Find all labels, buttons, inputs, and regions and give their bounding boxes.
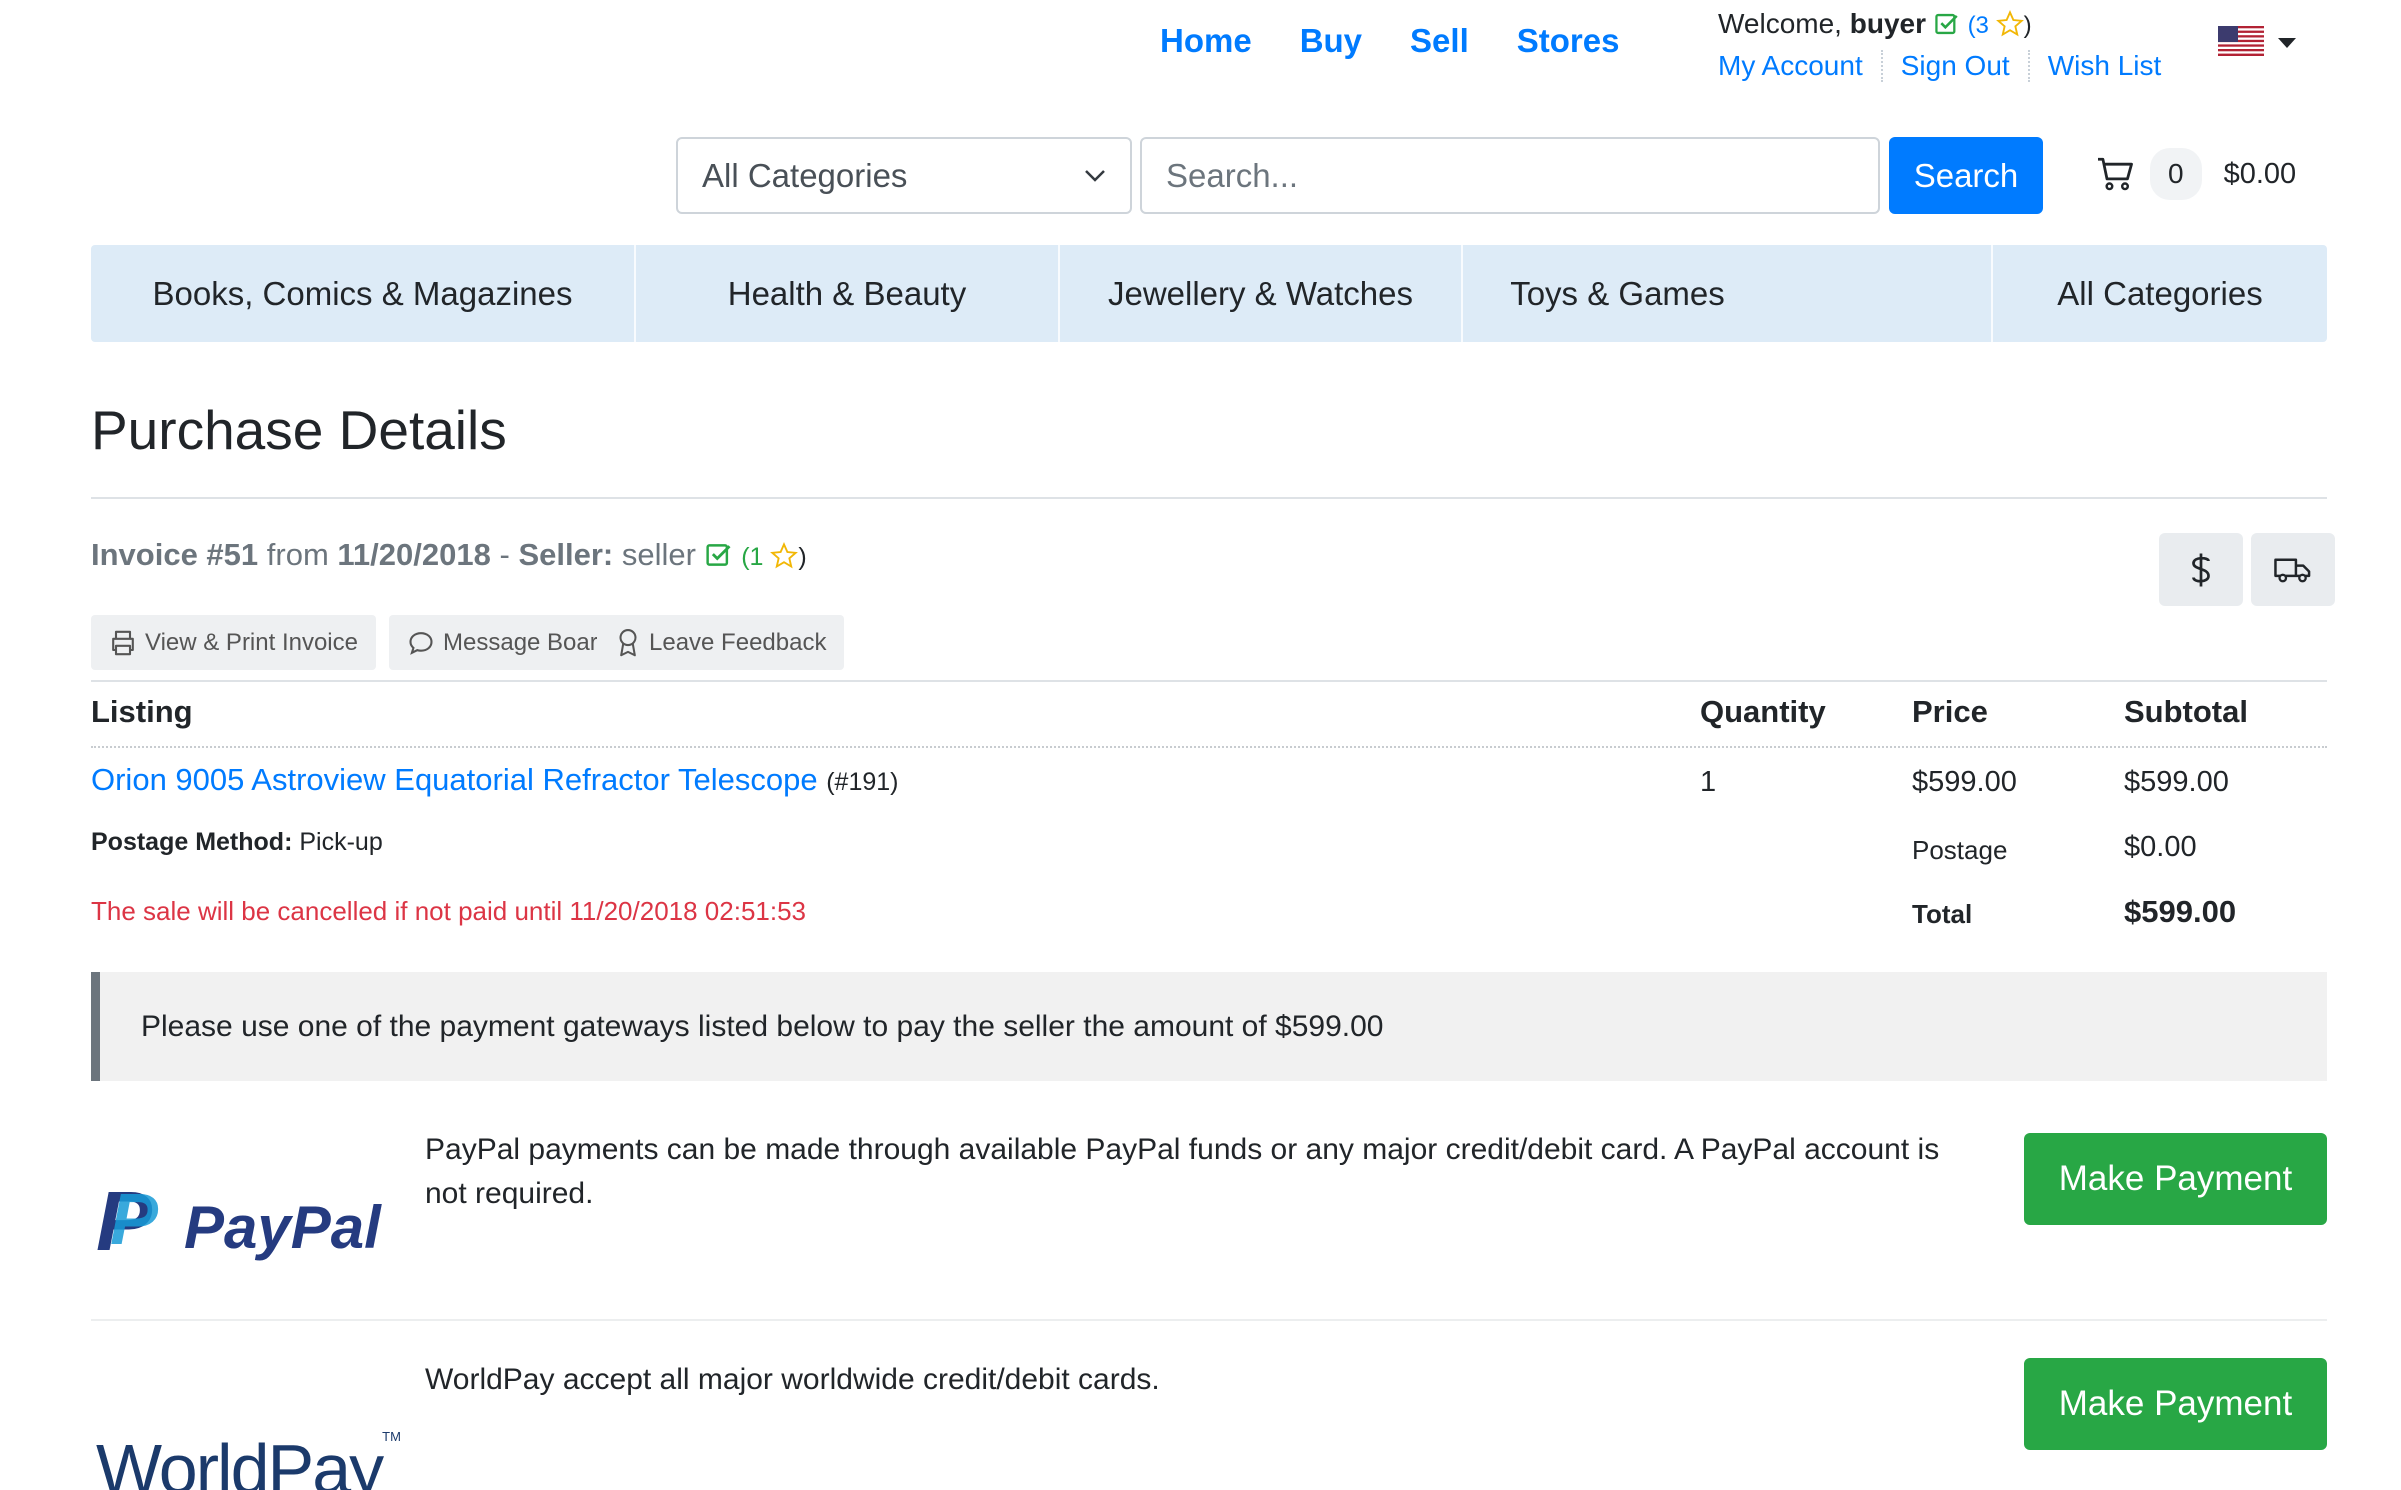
postage-method-label: Postage Method: [91,828,293,856]
item-quantity: 1 [1700,766,1717,798]
invoice-number: Invoice #51 [91,537,259,572]
message-board-button[interactable]: Message Board [389,615,630,670]
chat-bubble-icon [409,631,433,655]
category-item-toys-games[interactable]: Toys & Games [1463,245,1772,342]
worldpay-trademark: TM [382,1429,401,1444]
listing-title-link[interactable]: Orion 9005 Astroview Equatorial Refracto… [91,762,818,797]
invoice-summary: Invoice #51 from 11/20/2018 - Seller: se… [91,537,807,577]
truck-icon [2274,558,2311,582]
paypal-logo-wordmark: PayPal [184,1194,381,1261]
search-button[interactable]: Search [1889,137,2043,214]
category-item-books[interactable]: Books, Comics & Magazines [91,245,634,342]
total-value: $599.00 [2124,894,2237,929]
seller-rating-value: (1 [741,543,764,571]
star-icon [1995,10,2024,37]
page-title: Purchase Details [91,399,507,461]
worldpay-logo-wordmark: WorldPay [96,1430,384,1490]
total-label: Total [1912,899,1973,929]
chevron-down-icon [1085,169,1105,182]
nav-sell-link[interactable]: Sell [1410,22,1469,60]
user-feedback-score[interactable]: (3 ) [1967,10,2032,39]
user-rating-close: ) [2023,12,2032,39]
worldpay-make-payment-button[interactable]: Make Payment [2024,1358,2327,1450]
my-account-link[interactable]: My Account [1718,50,1881,82]
nav-buy-link[interactable]: Buy [1300,22,1362,60]
view-print-invoice-button[interactable]: View & Print Invoice [91,615,376,670]
leave-feedback-button[interactable]: Leave Feedback [597,615,845,670]
listing-id: (#191) [826,768,899,796]
cancellation-notice: The sale will be cancelled if not paid u… [91,896,807,926]
payment-status-button[interactable] [2159,533,2243,606]
username: buyer [1849,8,1926,39]
search-input[interactable] [1140,137,1880,214]
welcome-message: Welcome, buyer (3 ) [1718,8,2032,44]
seller-rating-close: ) [798,543,807,571]
shopping-cart[interactable]: 0 $0.00 [2096,148,2296,200]
cart-count-badge: 0 [2150,148,2202,200]
cart-total: $0.00 [2223,157,2297,190]
view-print-invoice-label: View & Print Invoice [145,628,358,656]
divider [91,680,2327,682]
nav-stores-link[interactable]: Stores [1517,22,1620,60]
category-select-value: All Categories [702,156,908,194]
paypal-logo-text: PayPal [184,1196,381,1260]
category-item-jewellery-watches[interactable]: Jewellery & Watches [1060,245,1461,342]
table-row: Orion 9005 Astroview Equatorial Refracto… [91,762,898,798]
message-board-label: Message Board [443,628,612,656]
postage-method-value: Pick-up [299,828,383,856]
svg-text:P: P [110,1182,159,1260]
paypal-make-payment-button[interactable]: Make Payment [2024,1133,2327,1225]
seller-label: Seller: [518,537,614,572]
postage-method: Postage Method: Pick-up [91,828,383,857]
listing-column-header: Listing [91,694,193,729]
category-item-health-beauty[interactable]: Health & Beauty [636,245,1058,342]
invoice-from-label: from [266,537,329,572]
award-icon [619,628,637,656]
user-rating-value: (3 [1967,12,1989,39]
us-flag-icon[interactable] [2218,26,2264,56]
printer-icon [112,630,134,655]
seller-name[interactable]: seller [622,537,696,572]
seller-feedback-score[interactable]: (1 ) [741,542,807,571]
language-dropdown-caret-icon[interactable] [2278,38,2296,48]
main-nav: Home Buy Sell Stores [1160,22,1619,60]
table-header-divider [91,746,2327,748]
invoice-dash: - [499,537,510,572]
paypal-description: PayPal payments can be made through avai… [425,1133,1940,1210]
leave-feedback-label: Leave Feedback [649,628,827,656]
star-icon [770,542,799,569]
price-column-header: Price [1912,694,1988,729]
seller-verified-check-icon [705,541,733,577]
subtotal-column-header: Subtotal [2124,694,2248,729]
item-subtotal: $599.00 [2124,766,2229,798]
category-bar: Books, Comics & Magazines Health & Beaut… [91,245,2327,342]
cart-icon [2098,157,2133,191]
divider [91,497,2327,499]
verified-check-icon [1934,11,1960,44]
item-price: $599.00 [1912,766,2017,798]
category-select[interactable]: All Categories [676,137,1132,214]
nav-home-link[interactable]: Home [1160,22,1252,60]
dollar-icon [2192,553,2210,586]
account-links: My Account Sign Out Wish List [1718,50,2179,82]
shipping-status-button[interactable] [2251,533,2335,606]
category-item-all[interactable]: All Categories [1993,245,2327,342]
sign-out-link[interactable]: Sign Out [1880,50,2028,82]
worldpay-description: WorldPay accept all major worldwide cred… [425,1363,1160,1396]
postage-value: $0.00 [2124,831,2197,863]
gateway-divider [91,1319,2327,1321]
welcome-label: Welcome, [1718,8,1842,39]
wish-list-link[interactable]: Wish List [2027,50,2180,82]
worldpay-logo: WorldPayTM [96,1400,401,1490]
postage-label: Postage [1912,835,2008,865]
purchase-details-page: Home Buy Sell Stores Welcome, buyer (3 )… [0,0,2401,1490]
invoice-date: 11/20/2018 [337,537,491,572]
quantity-column-header: Quantity [1700,694,1826,729]
payment-instructions: Please use one of the payment gateways l… [91,972,2327,1081]
